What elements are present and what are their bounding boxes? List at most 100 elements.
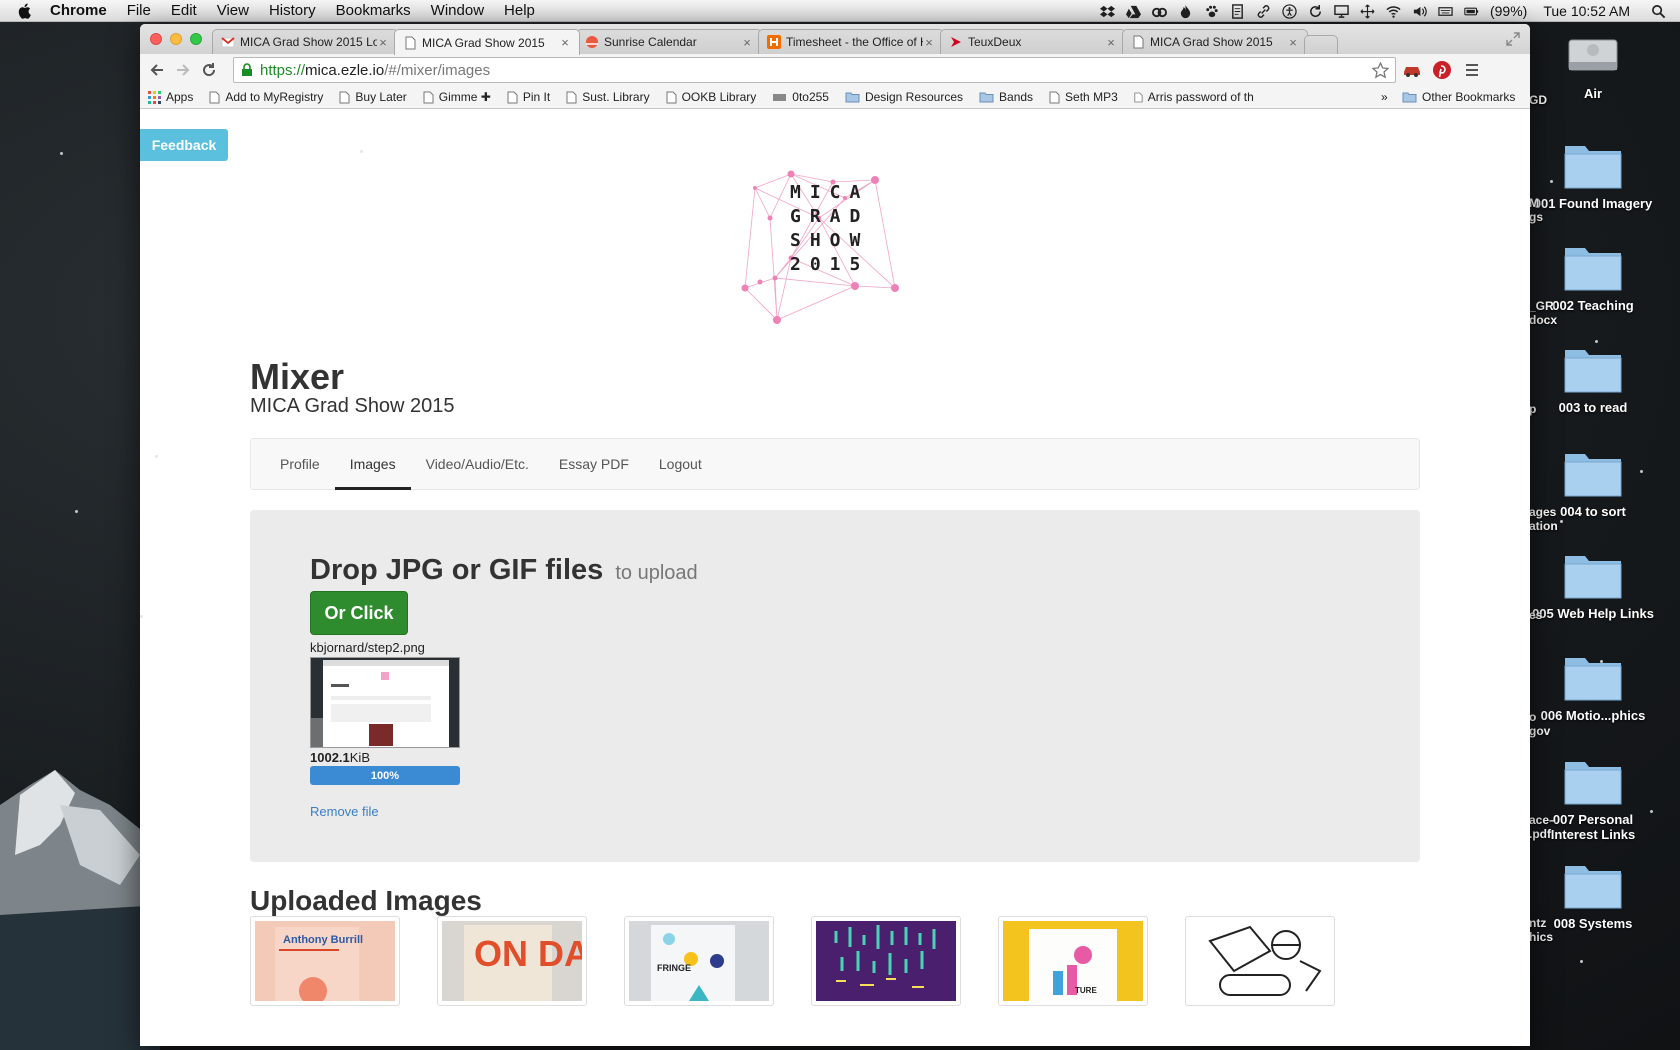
upload-dropzone[interactable]: Drop JPG or GIF files to upload Or Click… <box>250 510 1420 862</box>
bookmark-item[interactable]: Seth MP3 <box>1049 90 1118 104</box>
display-icon[interactable] <box>1334 3 1350 19</box>
bookmark-item[interactable]: Pin It <box>507 90 550 104</box>
uploaded-image-thumb[interactable] <box>811 916 961 1006</box>
back-icon[interactable] <box>144 57 170 83</box>
bookmark-item[interactable]: Add to MyRegistry <box>209 90 323 104</box>
bookmark-item[interactable]: Buy Later <box>339 90 407 104</box>
new-tab-button[interactable] <box>1304 35 1338 54</box>
desktop-partial-label[interactable]: GD <box>1529 93 1559 108</box>
desktop-partial-label[interactable]: o <box>1529 710 1559 725</box>
bookmark-item[interactable]: OOKB Library <box>666 90 756 104</box>
desktop-partial-label[interactable]: hics <box>1529 930 1559 945</box>
battery-percent[interactable]: (99%) <box>1490 3 1527 19</box>
bookmark-item[interactable]: Sust. Library <box>566 90 650 104</box>
menu-bookmarks[interactable]: Bookmarks <box>336 2 411 19</box>
reload-icon[interactable] <box>196 57 222 83</box>
window-minimize-icon[interactable] <box>170 33 182 45</box>
browser-tab[interactable]: TeuxDeux × <box>940 29 1126 54</box>
uploaded-image-thumb[interactable]: TURE <box>998 916 1148 1006</box>
menubar-clock[interactable]: Tue 10:52 AM <box>1543 3 1630 19</box>
desktop-partial-label[interactable]: M <box>1529 196 1559 211</box>
desktop-partial-label[interactable]: p <box>1529 402 1559 417</box>
tab-images[interactable]: Images <box>334 439 411 490</box>
bookmark-star-icon[interactable] <box>1372 62 1389 79</box>
uploaded-image-thumb[interactable] <box>1185 916 1335 1006</box>
tab-essay-pdf[interactable]: Essay PDF <box>544 439 644 489</box>
desktop-partial-label[interactable]: gov <box>1529 724 1559 739</box>
tab-close-icon[interactable]: × <box>741 35 753 50</box>
battery-icon[interactable] <box>1464 3 1480 19</box>
bookmarks-overflow-button[interactable]: » <box>1381 90 1388 104</box>
uploaded-image-thumb[interactable]: FRINGE <box>624 916 774 1006</box>
tab-logout[interactable]: Logout <box>644 439 717 489</box>
bookmark-folder[interactable]: Design Resources <box>845 90 963 104</box>
fullscreen-icon[interactable] <box>1506 32 1520 46</box>
sync-icon[interactable] <box>1308 3 1324 19</box>
desktop-partial-label[interactable]: ace– <box>1529 813 1559 828</box>
notes-icon[interactable] <box>1230 3 1246 19</box>
desktop-partial-label[interactable]: ation <box>1529 519 1559 534</box>
apple-logo-icon[interactable] <box>16 2 34 20</box>
dropbox-icon[interactable] <box>1100 3 1116 19</box>
pinterest-icon[interactable] <box>1432 60 1452 80</box>
tab-video-audio[interactable]: Video/Audio/Etc. <box>411 439 544 489</box>
paw-icon[interactable] <box>1204 3 1220 19</box>
menu-window[interactable]: Window <box>431 2 484 19</box>
link-icon[interactable] <box>1256 3 1272 19</box>
bookmark-item[interactable]: Gimme ✚ <box>423 90 491 104</box>
tab-close-icon[interactable]: × <box>1287 35 1299 50</box>
chrome-menu-icon[interactable] <box>1464 62 1480 78</box>
bookmark-item[interactable]: Arris password of th <box>1134 90 1254 104</box>
bookmark-item[interactable]: 0to255 <box>772 90 829 104</box>
keyboard-icon[interactable] <box>1438 3 1454 19</box>
move-icon[interactable] <box>1360 3 1376 19</box>
window-close-icon[interactable] <box>150 33 162 45</box>
desktop-partial-label[interactable]: gs <box>1529 210 1559 225</box>
flame-icon[interactable] <box>1178 3 1194 19</box>
desktop-partial-label[interactable]: ages <box>1529 505 1559 520</box>
desktop-partial-label[interactable]: _GR <box>1529 299 1559 314</box>
bookmark-apps[interactable]: Apps <box>148 90 193 104</box>
uploaded-image-thumb[interactable]: ON DA <box>437 916 587 1006</box>
spotlight-search-icon[interactable] <box>1650 3 1666 19</box>
browser-tab[interactable]: Timesheet - the Office of H × <box>758 29 944 54</box>
uploaded-image-thumb[interactable]: Anthony Burrill <box>250 916 400 1006</box>
creative-cloud-icon[interactable] <box>1152 3 1168 19</box>
forward-icon[interactable] <box>170 57 196 83</box>
or-click-button[interactable]: Or Click <box>310 591 408 635</box>
desktop-partial-label[interactable]: ntz <box>1529 916 1559 931</box>
desktop-partial-label[interactable]: docx <box>1529 313 1559 328</box>
desktop-partial-label[interactable]: .pdf <box>1529 827 1559 842</box>
menu-view[interactable]: View <box>217 2 249 19</box>
tab-profile[interactable]: Profile <box>265 439 335 489</box>
tab-close-icon[interactable]: × <box>559 35 571 50</box>
desktop-partial-label[interactable]: es <box>1529 608 1559 623</box>
browser-tab[interactable]: MICA Grad Show 2015 × <box>1122 29 1308 54</box>
wifi-icon[interactable] <box>1386 3 1402 19</box>
menu-edit[interactable]: Edit <box>171 2 197 19</box>
menu-history[interactable]: History <box>269 2 316 19</box>
extension-car-icon[interactable] <box>1402 62 1422 78</box>
google-drive-icon[interactable] <box>1126 3 1142 19</box>
feedback-button[interactable]: Feedback <box>140 129 228 161</box>
remove-file-link[interactable]: Remove file <box>310 804 379 819</box>
address-bar[interactable]: https:// mica.ezle.io /#/mixer/images <box>233 57 1396 83</box>
accessibility-icon[interactable] <box>1282 3 1298 19</box>
menu-app-name[interactable]: Chrome <box>50 2 107 19</box>
tab-close-icon[interactable]: × <box>923 35 935 50</box>
browser-tab[interactable]: Sunrise Calendar × <box>576 29 762 54</box>
browser-tab[interactable]: MICA Grad Show 2015 Log × <box>212 29 398 54</box>
tab-title: MICA Grad Show 2015 <box>1150 35 1273 49</box>
tab-close-icon[interactable]: × <box>1105 35 1117 50</box>
bookmark-label: 0to255 <box>792 90 829 104</box>
desktop-drive-icon[interactable]: Air <box>1528 26 1658 101</box>
browser-tab-active[interactable]: MICA Grad Show 2015 × <box>394 29 580 55</box>
bookmark-folder[interactable]: Bands <box>979 90 1033 104</box>
volume-icon[interactable] <box>1412 3 1428 19</box>
menu-help[interactable]: Help <box>504 2 535 19</box>
tab-close-icon[interactable]: × <box>377 35 389 50</box>
window-zoom-icon[interactable] <box>190 33 202 45</box>
other-bookmarks-folder[interactable]: Other Bookmarks <box>1402 90 1515 104</box>
menu-file[interactable]: File <box>127 2 151 19</box>
page-icon <box>405 36 416 49</box>
